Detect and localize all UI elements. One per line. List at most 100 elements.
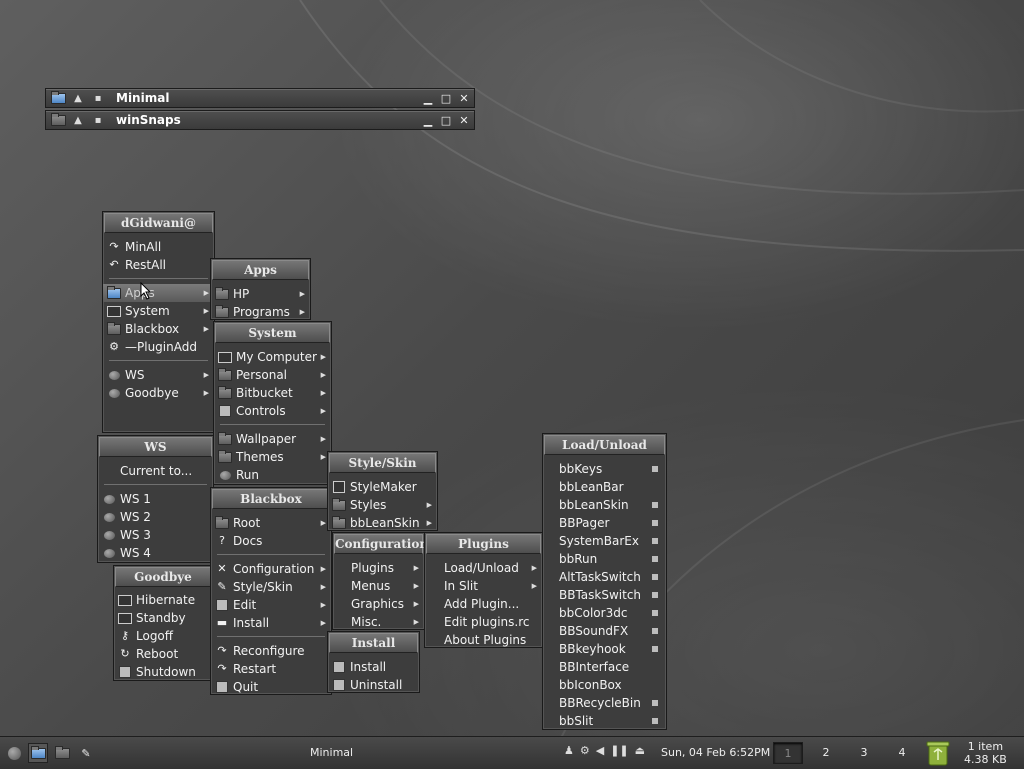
plugin-item[interactable]: BBSoundFX [543, 622, 666, 640]
menu-item-install[interactable]: ▬ Install ▶ [211, 614, 331, 632]
menu-item-bbleanskin[interactable]: bbLeanSkin ▶ [328, 514, 437, 532]
arrow-up-icon[interactable]: ▲ [70, 112, 86, 128]
menu-item-system[interactable]: System ▶ [103, 302, 214, 320]
menu-item-reboot[interactable]: ↻ Reboot [114, 645, 212, 663]
menu-item-misc[interactable]: Misc. ▶ [333, 613, 424, 631]
plugin-item[interactable]: bbIconBox [543, 676, 666, 694]
task-button[interactable]: Minimal [310, 746, 353, 759]
workspace-4[interactable]: 4 [887, 742, 917, 764]
plugin-item[interactable]: BBPager [543, 514, 666, 532]
plugin-item[interactable]: bbSlit [543, 712, 666, 730]
workspace-3[interactable]: 3 [849, 742, 879, 764]
plugin-item[interactable]: BBkeyhook [543, 640, 666, 658]
menu-item-edit[interactable]: Edit ▶ [211, 596, 331, 614]
menu-item-minall[interactable]: ↷ MinAll [103, 238, 214, 256]
notepad-icon[interactable]: ✎ [76, 743, 96, 763]
close-icon[interactable]: ✕ [456, 90, 472, 106]
dot-icon[interactable]: ▪ [90, 90, 106, 106]
globe-icon [102, 492, 116, 506]
menu-item-apps[interactable]: Apps ▶ [103, 284, 214, 302]
menu-item-themes[interactable]: Themes ▶ [214, 448, 331, 466]
folder-icon[interactable] [50, 112, 66, 128]
menu-item-styles[interactable]: Styles ▶ [328, 496, 437, 514]
eject-icon[interactable]: ⏏ [635, 744, 645, 757]
clock[interactable]: Sun, 04 Feb 6:52PM [661, 746, 770, 759]
window-bar-winsnaps[interactable]: ▲ ▪ winSnaps ▁ □ ✕ [45, 110, 475, 130]
workspace-2[interactable]: 2 [811, 742, 841, 764]
start-icon[interactable] [4, 743, 24, 763]
menu-item-blackbox[interactable]: Blackbox ▶ [103, 320, 214, 338]
minimize-icon[interactable]: ▁ [420, 112, 436, 128]
menu-item-logoff[interactable]: ⚷ Logoff [114, 627, 212, 645]
maximize-icon[interactable]: □ [438, 90, 454, 106]
folder-icon[interactable] [52, 743, 72, 763]
workspace-1[interactable]: 1 [773, 742, 803, 764]
menu-item-shutdown[interactable]: Shutdown [114, 663, 212, 681]
menu-item-wallpaper[interactable]: Wallpaper ▶ [214, 430, 331, 448]
pause-icon[interactable]: ❚❚ [610, 744, 628, 757]
menu-item-goodbye[interactable]: Goodbye ▶ [103, 384, 214, 402]
menu-item-plugins[interactable]: Plugins ▶ [333, 559, 424, 577]
menu-item-graphics[interactable]: Graphics ▶ [333, 595, 424, 613]
folder-icon[interactable] [28, 743, 48, 763]
folder-icon [215, 515, 229, 530]
plugin-item[interactable]: bbColor3dc [543, 604, 666, 622]
minimize-icon[interactable]: ▁ [420, 90, 436, 106]
menu-title: System [215, 323, 330, 343]
menu-item-ws-4[interactable]: WS 4 [98, 544, 213, 562]
menu-item-ws-3[interactable]: WS 3 [98, 526, 213, 544]
menu-item-edit-plugins-rc[interactable]: Edit plugins.rc [425, 613, 542, 631]
menu-item-in-slit[interactable]: In Slit ▶ [425, 577, 542, 595]
menu-item-ws[interactable]: WS ▶ [103, 366, 214, 384]
network-icon[interactable]: ♟ [564, 744, 574, 757]
plugin-item[interactable]: SystemBarEx [543, 532, 666, 550]
plugin-item[interactable]: AltTaskSwitch [543, 568, 666, 586]
menu-item-menus[interactable]: Menus ▶ [333, 577, 424, 595]
menu-item-restart[interactable]: ↷ Restart [211, 660, 331, 678]
close-icon[interactable]: ✕ [456, 112, 472, 128]
menu-item-restall[interactable]: ↶ RestAll [103, 256, 214, 274]
plugin-item[interactable]: BBInterface [543, 658, 666, 676]
menu-item-load-unload[interactable]: Load/Unload ▶ [425, 559, 542, 577]
plugin-item[interactable]: BBRecycleBin [543, 694, 666, 712]
menu-item-controls[interactable]: Controls ▶ [214, 402, 331, 420]
menu-item-add-plugin[interactable]: Add Plugin... [425, 595, 542, 613]
plugin-item[interactable]: bbKeys [543, 460, 666, 478]
menu-item-pluginadd[interactable]: ⚙ —PluginAdd [103, 338, 214, 356]
usb-icon[interactable]: ⚙ [580, 744, 590, 757]
menu-item-uninstall[interactable]: Uninstall [328, 676, 419, 694]
stylemaker-icon [332, 480, 346, 494]
recycle-bin-icon[interactable] [926, 740, 950, 766]
plugin-item[interactable]: bbLeanSkin [543, 496, 666, 514]
plugin-item[interactable]: bbRun [543, 550, 666, 568]
menu-item-programs[interactable]: Programs ▶ [211, 303, 310, 321]
maximize-icon[interactable]: □ [438, 112, 454, 128]
menu-item-style-skin[interactable]: ✎ Style/Skin ▶ [211, 578, 331, 596]
menu-item-configuration[interactable]: ✕ Configuration ▶ [211, 560, 331, 578]
menu-item-my-computer[interactable]: My Computer ▶ [214, 348, 331, 366]
folder-icon[interactable] [50, 90, 66, 106]
menu-item-ws-2[interactable]: WS 2 [98, 508, 213, 526]
window-bar-minimal[interactable]: ▲ ▪ Minimal ▁ □ ✕ [45, 88, 475, 108]
menu-item-run[interactable]: Run [214, 466, 331, 484]
menu-item-root[interactable]: Root ▶ [211, 514, 331, 532]
menu-item-quit[interactable]: Quit [211, 678, 331, 696]
menu-item-hibernate[interactable]: Hibernate [114, 591, 212, 609]
menu-item-personal[interactable]: Personal ▶ [214, 366, 331, 384]
system-menu: System My Computer ▶ Personal ▶ Bitbucket ▶… [213, 321, 332, 485]
menu-item-bitbucket[interactable]: Bitbucket ▶ [214, 384, 331, 402]
dot-icon[interactable]: ▪ [90, 112, 106, 128]
menu-item-stylemaker[interactable]: StyleMaker [328, 478, 437, 496]
menu-item-current-to[interactable]: Current to... [98, 462, 213, 480]
menu-item-ws-1[interactable]: WS 1 [98, 490, 213, 508]
menu-item-docs[interactable]: ? Docs [211, 532, 331, 550]
menu-item-about-plugins[interactable]: About Plugins [425, 631, 542, 649]
menu-item-standby[interactable]: Standby [114, 609, 212, 627]
arrow-up-icon[interactable]: ▲ [70, 90, 86, 106]
speaker-icon[interactable]: ◀ [596, 744, 604, 757]
plugin-item[interactable]: BBTaskSwitch [543, 586, 666, 604]
menu-item-hp[interactable]: HP ▶ [211, 285, 310, 303]
menu-item-install-item[interactable]: Install [328, 658, 419, 676]
plugin-item[interactable]: bbLeanBar [543, 478, 666, 496]
menu-item-reconfigure[interactable]: ↷ Reconfigure [211, 642, 331, 660]
